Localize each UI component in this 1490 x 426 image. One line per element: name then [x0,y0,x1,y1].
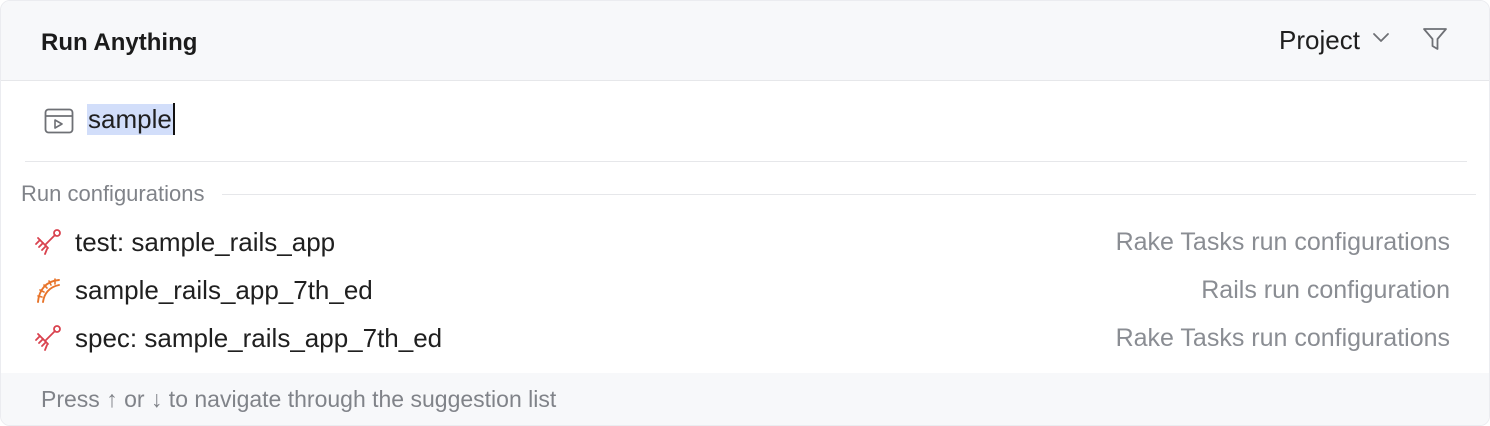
text-caret [172,103,175,135]
rake-icon [34,228,62,256]
item-name: test: sample_rails_app [75,226,336,257]
filter-icon[interactable] [1421,25,1449,53]
item-name: sample_rails_app_7th_ed [75,274,373,305]
scope-label: Project [1279,24,1360,55]
section-header: Run configurations [21,179,1476,209]
rails-icon [34,276,62,304]
run-anything-popup: Run Anything Project sample Run configur… [0,0,1490,426]
popup-title: Run Anything [41,29,198,56]
popup-footer: Press ↑ or ↓ to navigate through the sug… [1,373,1489,425]
item-type: Rake Tasks run configurations [1115,323,1450,352]
suggestion-list: test: sample_rails_app Rake Tasks run co… [1,218,1489,362]
chevron-down-icon [1372,31,1390,49]
item-type: Rake Tasks run configurations [1115,227,1450,256]
list-item[interactable]: test: sample_rails_app Rake Tasks run co… [1,218,1489,266]
search-input[interactable]: sample [87,101,175,137]
search-field[interactable]: sample [25,81,1467,162]
navigation-hint: Press ↑ or ↓ to navigate through the sug… [41,386,557,412]
popup-header: Run Anything Project [1,1,1489,81]
item-name: spec: sample_rails_app_7th_ed [75,322,443,353]
search-value: sample [87,103,173,135]
item-type: Rails run configuration [1201,275,1450,304]
rake-icon [34,324,62,352]
section-divider [222,193,1476,195]
scope-dropdown[interactable]: Project [1279,23,1390,57]
list-item[interactable]: sample_rails_app_7th_ed Rails run config… [1,266,1489,314]
run-terminal-icon [44,108,74,139]
list-item[interactable]: spec: sample_rails_app_7th_ed Rake Tasks… [1,314,1489,362]
section-label: Run configurations [21,181,205,206]
